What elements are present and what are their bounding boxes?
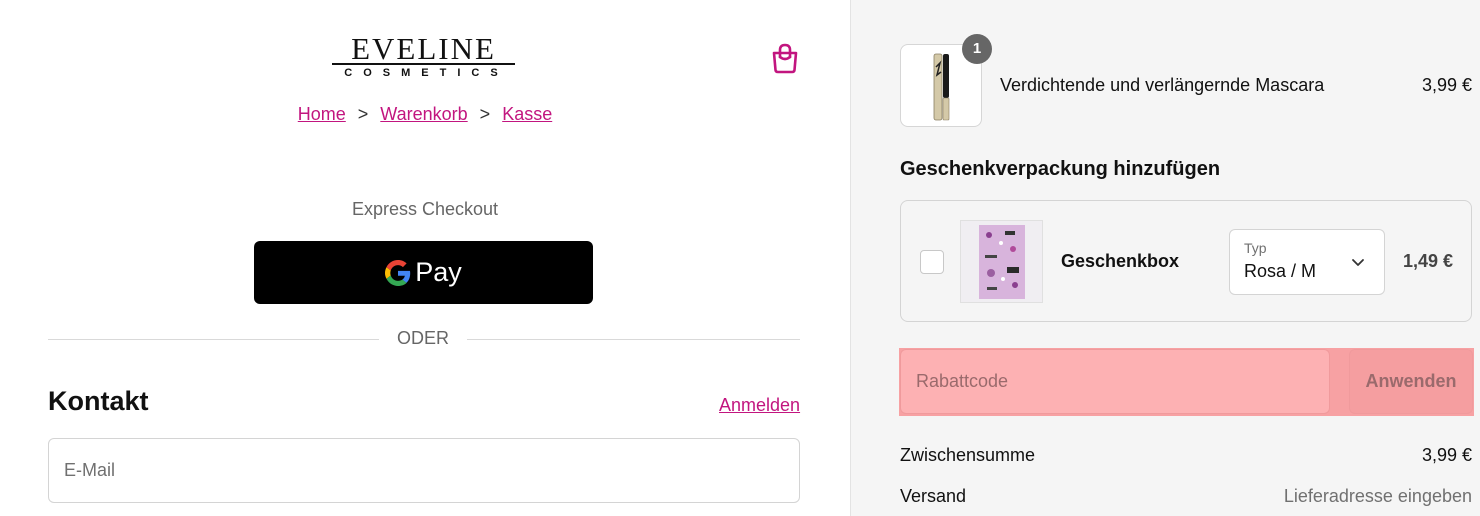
subtotal-value: 3,99 € bbox=[1421, 445, 1472, 465]
google-pay-label: Pay bbox=[415, 257, 462, 287]
divider-right bbox=[467, 339, 800, 340]
gift-type-label: Typ bbox=[1244, 240, 1267, 256]
gift-wrap-title: Geschenkverpackung hinzufügen bbox=[900, 158, 1221, 180]
discount-code-input[interactable] bbox=[900, 349, 1330, 414]
breadcrumb-separator: > bbox=[357, 104, 369, 124]
express-checkout-label: Express Checkout bbox=[351, 199, 499, 219]
google-g-icon bbox=[385, 259, 411, 286]
subtotal-label: Zwischensumme bbox=[900, 445, 1036, 465]
brand-logo[interactable]: EVELINE COSMETICS bbox=[332, 33, 515, 82]
apply-discount-button[interactable]: Anwenden bbox=[1349, 349, 1473, 414]
shipping-value: Lieferadresse eingeben bbox=[1283, 486, 1472, 506]
gift-wrap-checkbox[interactable] bbox=[920, 250, 944, 274]
chevron-down-icon bbox=[1352, 259, 1364, 266]
breadcrumb-cart[interactable]: Warenkorb bbox=[380, 104, 467, 124]
contact-section-title: Kontakt bbox=[48, 386, 149, 416]
email-field[interactable] bbox=[48, 438, 800, 503]
divider-left bbox=[48, 339, 379, 340]
google-pay-button[interactable]: Pay bbox=[254, 241, 593, 304]
gift-type-value: Rosa / M bbox=[1244, 261, 1317, 281]
gift-box-picture bbox=[979, 225, 1025, 299]
breadcrumb-separator: > bbox=[479, 104, 491, 124]
product-name: Verdichtende und verlängernde Mascara bbox=[1000, 75, 1325, 95]
gift-box-name: Geschenkbox bbox=[1061, 251, 1180, 271]
gift-type-select[interactable]: Typ Rosa / M bbox=[1229, 229, 1385, 295]
breadcrumb-checkout[interactable]: Kasse bbox=[502, 104, 552, 124]
gift-box-price: 1,49 € bbox=[1402, 251, 1453, 271]
product-price: 3,99 € bbox=[1421, 75, 1472, 95]
breadcrumb-home[interactable]: Home bbox=[298, 104, 346, 124]
or-divider-label: ODER bbox=[396, 328, 449, 348]
quantity-badge: 1 bbox=[962, 34, 992, 64]
breadcrumb: Home > Warenkorb > Kasse bbox=[0, 104, 850, 125]
logo-main-text: EVELINE bbox=[332, 33, 515, 65]
login-link[interactable]: Anmelden bbox=[719, 395, 800, 416]
logo-sub-text: COSMETICS bbox=[344, 67, 509, 79]
gift-box-image bbox=[960, 220, 1043, 303]
shipping-label: Versand bbox=[900, 486, 967, 506]
shopping-bag-icon[interactable] bbox=[771, 42, 799, 74]
